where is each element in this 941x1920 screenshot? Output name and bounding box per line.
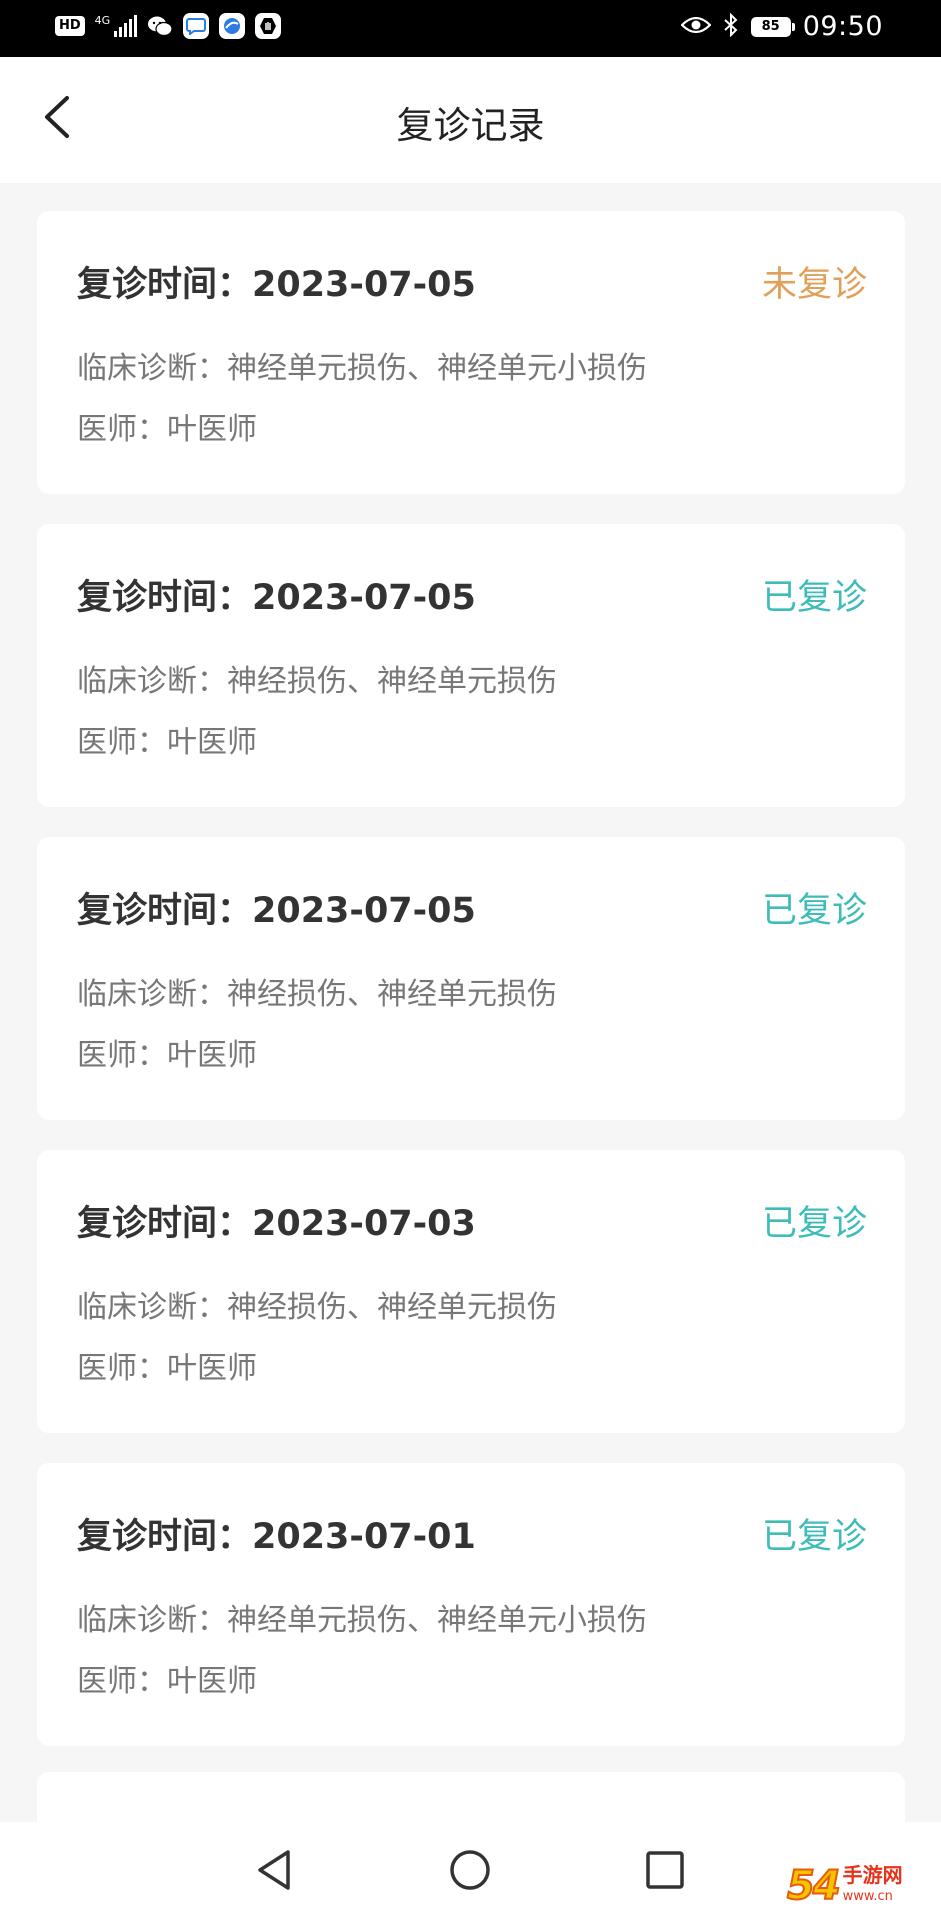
nav-home-button[interactable]: [440, 1840, 500, 1900]
nav-recents-button[interactable]: [635, 1840, 695, 1900]
record-doctor: 医师：叶医师: [77, 1038, 257, 1073]
hand-app-icon: [255, 13, 282, 39]
record-card[interactable]: 复诊时间：2023-07-01 已复诊 临床诊断：神经单元损伤、神经单元小损伤 …: [37, 1463, 905, 1746]
browser-app-icon: [219, 13, 246, 39]
record-doctor: 医师：叶医师: [77, 1351, 257, 1386]
record-diagnosis: 临床诊断：神经损伤、神经单元损伤: [77, 977, 557, 1012]
record-card[interactable]: 复诊时间：2023-07-05 未复诊 临床诊断：神经单元损伤、神经单元小损伤 …: [37, 211, 905, 494]
record-card[interactable]: 复诊时间：2023-07-05 已复诊 临床诊断：神经损伤、神经单元损伤 医师：…: [37, 524, 905, 807]
title-bar: 复诊记录: [0, 57, 941, 183]
record-list: 复诊时间：2023-07-05 未复诊 临床诊断：神经单元损伤、神经单元小损伤 …: [37, 211, 905, 1776]
record-card[interactable]: 复诊时间：2023-07-05 已复诊 临床诊断：神经损伤、神经单元损伤 医师：…: [37, 837, 905, 1120]
record-date: 复诊时间：2023-07-01: [77, 1517, 476, 1557]
record-status: 已复诊: [761, 1517, 867, 1557]
square-recents-icon: [646, 1851, 684, 1889]
record-card[interactable]: 复诊时间：2023-07-03 已复诊 临床诊断：神经损伤、神经单元损伤 医师：…: [37, 1150, 905, 1433]
status-left: HD 4G: [55, 13, 282, 39]
battery-icon: 85: [750, 16, 795, 37]
circle-home-icon: [450, 1850, 490, 1890]
record-diagnosis: 临床诊断：神经单元损伤、神经单元小损伤: [77, 351, 647, 386]
network-type: 4G: [94, 14, 111, 27]
record-diagnosis: 临床诊断：神经单元损伤、神经单元小损伤: [77, 1603, 647, 1638]
record-diagnosis: 临床诊断：神经损伤、神经单元损伤: [77, 1290, 557, 1325]
clock: 09:50: [802, 11, 883, 42]
hd-badge: HD: [55, 16, 85, 36]
signal-icon: 4G: [95, 15, 138, 37]
bluetooth-icon: [723, 12, 739, 41]
watermark-url: www.cn: [842, 1889, 893, 1904]
record-doctor: 医师：叶医师: [77, 1664, 257, 1699]
record-status: 已复诊: [761, 1204, 867, 1244]
record-date: 复诊时间：2023-07-05: [77, 891, 476, 931]
record-diagnosis: 临床诊断：神经损伤、神经单元损伤: [77, 664, 557, 699]
record-doctor: 医师：叶医师: [77, 412, 257, 447]
record-status: 已复诊: [761, 578, 867, 618]
nav-back-button[interactable]: [244, 1840, 304, 1900]
watermark-logo: 54 手游网 www.cn: [786, 1856, 937, 1916]
status-right: 85 09:50: [680, 11, 883, 42]
triangle-back-icon: [258, 1850, 290, 1890]
wechat-icon: [147, 13, 173, 39]
eye-icon: [680, 15, 712, 39]
record-date: 复诊时间：2023-07-03: [77, 1204, 476, 1244]
record-status: 未复诊: [761, 265, 867, 305]
record-doctor: 医师：叶医师: [77, 725, 257, 760]
page-title: 复诊记录: [396, 104, 545, 147]
system-nav-bar: 54 手游网 www.cn: [0, 1822, 941, 1920]
message-app-icon: [183, 13, 210, 39]
watermark-number: 54: [786, 1862, 842, 1910]
record-date: 复诊时间：2023-07-05: [77, 265, 476, 305]
record-status: 已复诊: [761, 891, 867, 931]
record-date: 复诊时间：2023-07-05: [77, 578, 476, 618]
watermark-site: 手游网: [842, 1863, 903, 1887]
status-bar: HD 4G 85 09:50: [0, 0, 941, 57]
